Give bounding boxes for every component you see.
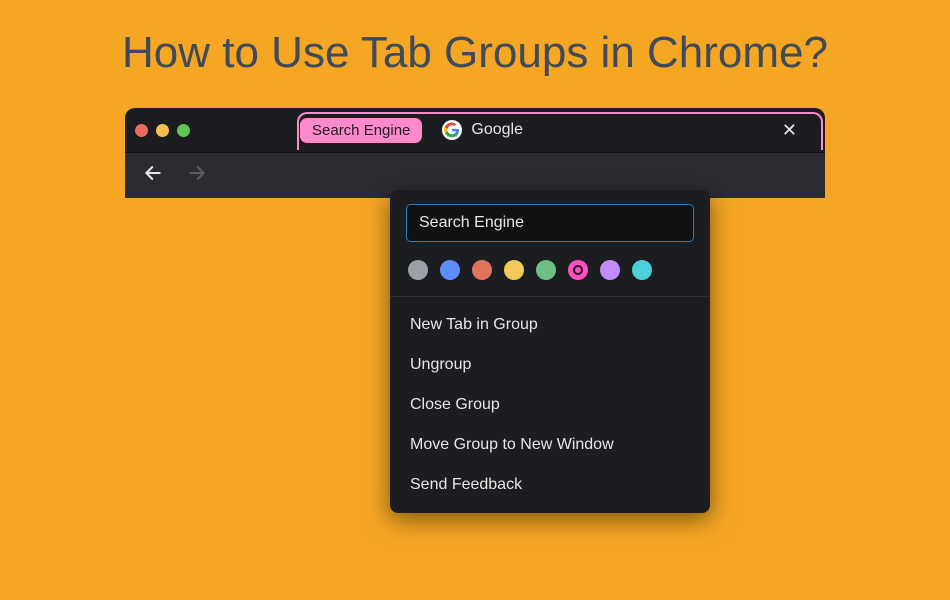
tab-group-context-menu: New Tab in GroupUngroupClose GroupMove G… [390,190,710,513]
color-swatch-yellow[interactable] [504,260,524,280]
menu-item-move-group-to-new-window[interactable]: Move Group to New Window [390,425,710,465]
color-swatch-grey[interactable] [408,260,428,280]
browser-window: Search Engine Google ✕ [125,108,825,198]
back-button[interactable] [139,159,167,193]
color-swatch-cyan[interactable] [632,260,652,280]
group-name-input[interactable] [406,204,694,242]
color-swatch-red[interactable] [472,260,492,280]
menu-item-send-feedback[interactable]: Send Feedback [390,465,710,505]
page-title: How to Use Tab Groups in Chrome? [0,0,950,108]
tab-group-label[interactable]: Search Engine [300,118,422,143]
color-swatch-blue[interactable] [440,260,460,280]
window-maximize-button[interactable] [177,124,190,137]
tab-title: Google [471,121,523,139]
color-swatch-purple[interactable] [600,260,620,280]
group-name-input-wrap [390,204,710,256]
menu-item-close-group[interactable]: Close Group [390,385,710,425]
color-picker-row [390,256,710,297]
google-icon [442,120,462,140]
forward-button[interactable] [183,159,211,193]
traffic-lights [135,124,190,137]
menu-items-list: New Tab in GroupUngroupClose GroupMove G… [390,297,710,505]
close-tab-icon[interactable]: ✕ [776,118,803,143]
color-swatch-pink[interactable] [568,260,588,280]
color-swatch-green[interactable] [536,260,556,280]
tab-bar: Search Engine Google ✕ [125,108,825,152]
browser-tab[interactable]: Google ✕ [424,108,815,152]
window-close-button[interactable] [135,124,148,137]
menu-item-ungroup[interactable]: Ungroup [390,345,710,385]
window-minimize-button[interactable] [156,124,169,137]
menu-item-new-tab-in-group[interactable]: New Tab in Group [390,305,710,345]
